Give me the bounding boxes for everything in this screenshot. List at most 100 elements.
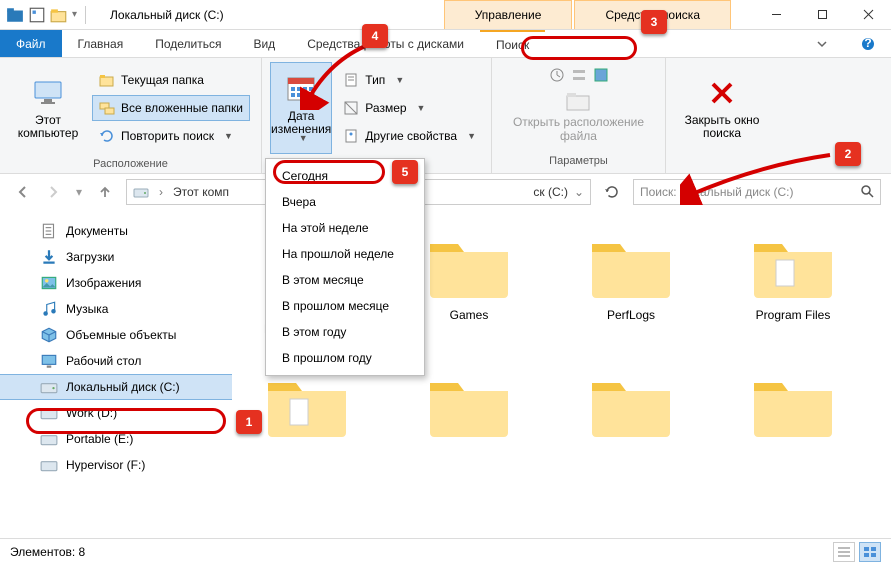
advanced-icon[interactable] — [571, 67, 587, 83]
tab-home[interactable]: Главная — [62, 30, 140, 57]
folder-item[interactable] — [728, 369, 858, 441]
search-input[interactable]: Поиск: Локальный диск (C:) — [633, 179, 881, 205]
tab-disk-tools[interactable]: Средства работы с дисками — [291, 30, 480, 57]
sidebar-item-drive-d[interactable]: Work (D:) — [0, 400, 232, 426]
quick-access-toolbar[interactable]: ▾ — [0, 6, 96, 24]
sidebar-item-drive-f[interactable]: Hypervisor (F:) — [0, 452, 232, 478]
pictures-icon — [40, 274, 58, 292]
subfolders-icon — [99, 100, 115, 116]
breadcrumb-this-pc[interactable]: Этот комп — [173, 185, 229, 199]
dropdown-item-last-month[interactable]: В прошлом месяце — [266, 293, 424, 319]
chevron-down-icon: ▼ — [417, 103, 426, 113]
open-file-location-button[interactable]: Открыть расположение файла — [504, 87, 654, 147]
chevron-down-icon[interactable]: ⌄ — [574, 185, 584, 199]
folder-item[interactable] — [242, 369, 372, 441]
current-folder-button[interactable]: Текущая папка — [92, 67, 250, 93]
tab-view[interactable]: Вид — [237, 30, 291, 57]
ribbon-group-params-caption: Параметры — [492, 155, 665, 173]
help-icon: ? — [861, 37, 875, 51]
type-icon — [343, 72, 359, 88]
qat-properties-icon[interactable] — [28, 6, 46, 24]
search-icon — [860, 184, 874, 201]
this-computer-button[interactable]: Этот компьютер — [8, 62, 88, 154]
folder-icon — [262, 369, 352, 441]
other-props-button[interactable]: Другие свойства ▼ — [336, 123, 483, 149]
arrow-right-icon — [45, 184, 61, 200]
breadcrumb-drive[interactable]: ск (C:) — [533, 185, 568, 199]
folder-item[interactable] — [566, 369, 696, 441]
up-button[interactable] — [92, 179, 118, 205]
drive-icon — [40, 430, 58, 448]
repeat-icon — [99, 128, 115, 144]
dropdown-item-this-month[interactable]: В этом месяце — [266, 267, 424, 293]
icons-view-button[interactable] — [859, 542, 881, 562]
sidebar-item-3d[interactable]: Объемные объекты — [0, 322, 232, 348]
sidebar-item-music[interactable]: Музыка — [0, 296, 232, 322]
ribbon-group-location-caption: Расположение — [0, 158, 261, 173]
tabs-row: Файл Главная Поделиться Вид Средства раб… — [0, 30, 891, 58]
separator — [85, 6, 86, 24]
dropdown-item-last-year[interactable]: В прошлом году — [266, 345, 424, 371]
details-view-button[interactable] — [833, 542, 855, 562]
tab-search[interactable]: Поиск — [480, 30, 545, 57]
arrow-up-icon — [97, 184, 113, 200]
folder-icon — [99, 72, 115, 88]
chevron-down-icon: ▾ — [76, 185, 82, 199]
qat-overflow-icon[interactable]: ▾ — [72, 9, 77, 20]
chevron-down-icon: ▼ — [467, 131, 476, 141]
tab-file[interactable]: Файл — [0, 30, 62, 57]
maximize-button[interactable] — [799, 0, 845, 30]
drive-icon — [40, 404, 58, 422]
sidebar-item-drive-e[interactable]: Portable (E:) — [0, 426, 232, 452]
chevron-down-icon: ▼ — [224, 131, 233, 141]
close-button[interactable] — [845, 0, 891, 30]
qat-newfolder-icon[interactable] — [50, 6, 68, 24]
recent-icon[interactable] — [549, 67, 565, 83]
tab-share[interactable]: Поделиться — [139, 30, 237, 57]
help-button[interactable]: ? — [845, 30, 891, 57]
dropdown-item-this-week[interactable]: На этой неделе — [266, 215, 424, 241]
history-button[interactable]: ▾ — [70, 179, 88, 205]
refresh-button[interactable] — [599, 179, 625, 205]
repeat-search-button[interactable]: Повторить поиск ▼ — [92, 123, 250, 149]
forward-button[interactable] — [40, 179, 66, 205]
folder-item[interactable]: PerfLogs — [566, 230, 696, 337]
monitor-icon — [31, 76, 65, 110]
folder-icon — [586, 230, 676, 302]
folder-icon — [586, 369, 676, 441]
all-subfolders-button[interactable]: Все вложенные папки — [92, 95, 250, 121]
collapse-ribbon-button[interactable] — [799, 30, 845, 57]
dropdown-item-yesterday[interactable]: Вчера — [266, 189, 424, 215]
type-button[interactable]: Тип ▼ — [336, 67, 483, 93]
search-placeholder: Поиск: Локальный диск (C:) — [640, 185, 793, 199]
status-count: Элементов: 8 — [10, 545, 85, 559]
context-tab-manage-label: Управление — [475, 8, 542, 22]
save-search-icon[interactable] — [593, 67, 609, 83]
close-search-button[interactable]: Закрыть окно поиска — [674, 62, 770, 154]
size-button[interactable]: Размер ▼ — [336, 95, 483, 121]
chevron-down-icon: ▼ — [299, 134, 308, 144]
sidebar-item-desktop[interactable]: Рабочий стол — [0, 348, 232, 374]
minimize-button[interactable] — [753, 0, 799, 30]
context-tab-search-tools[interactable]: Средства поиска — [574, 0, 731, 29]
dropdown-item-last-week[interactable]: На прошлой неделе — [266, 241, 424, 267]
status-bar: Элементов: 8 — [0, 538, 891, 564]
context-tab-manage[interactable]: Управление — [444, 0, 573, 29]
sidebar-item-pictures[interactable]: Изображения — [0, 270, 232, 296]
folder-item[interactable]: Program Files — [728, 230, 858, 337]
dropdown-item-this-year[interactable]: В этом году — [266, 319, 424, 345]
downloads-icon — [40, 248, 58, 266]
folder-icon — [748, 230, 838, 302]
sidebar-item-documents[interactable]: Документы — [0, 218, 232, 244]
desktop-icon — [40, 352, 58, 370]
properties-icon — [343, 128, 359, 144]
sidebar-item-downloads[interactable]: Загрузки — [0, 244, 232, 270]
sidebar-item-drive-c[interactable]: Локальный диск (C:) — [0, 374, 232, 400]
date-modified-dropdown: Сегодня Вчера На этой неделе На прошлой … — [265, 158, 425, 376]
documents-icon — [40, 222, 58, 240]
sidebar: Документы Загрузки Изображения Музыка Об… — [0, 210, 232, 538]
folder-item[interactable] — [404, 369, 534, 441]
date-modified-button[interactable]: Дата изменения ▼ — [270, 62, 332, 154]
dropdown-item-today[interactable]: Сегодня — [266, 163, 424, 189]
back-button[interactable] — [10, 179, 36, 205]
